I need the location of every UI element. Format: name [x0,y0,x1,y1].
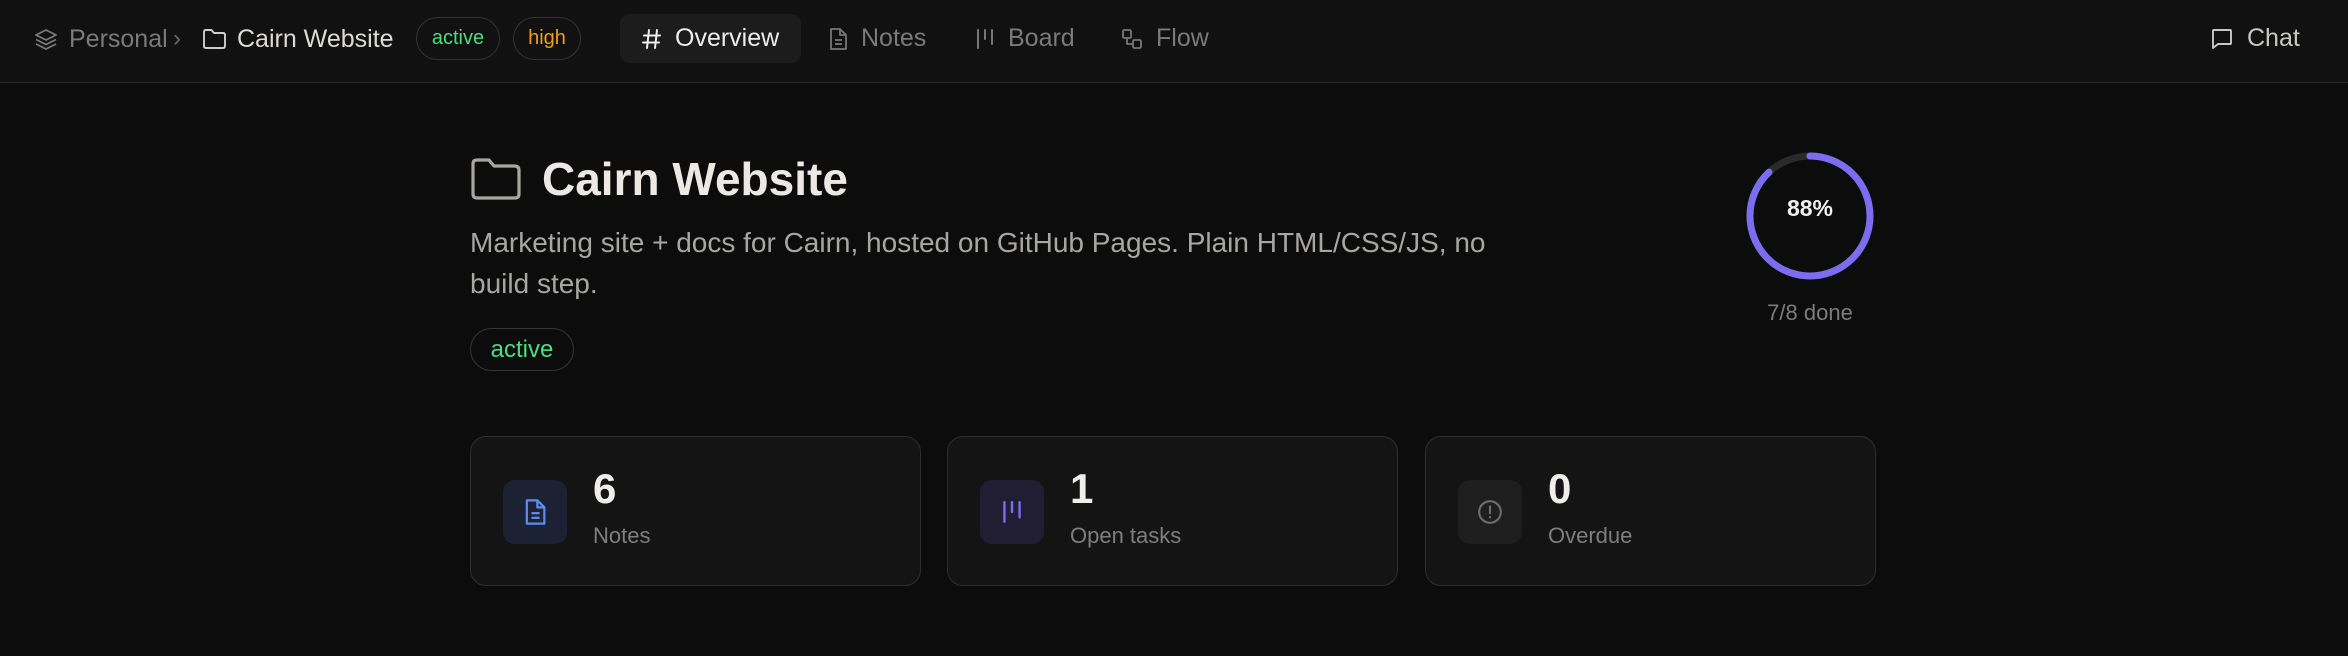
stat-value: 1 [1070,465,1094,512]
tab-flow-label: Flow [1156,24,1209,52]
breadcrumb-workspace-label: Personal [69,24,168,53]
breadcrumb-project[interactable]: Cairn Website [202,0,394,78]
board-icon [977,28,993,49]
top-bar: Personal › Cairn Website active high Ove… [0,0,2348,83]
stat-label: Open tasks [1070,523,1182,548]
status-badge: active [416,17,500,60]
stat-value: 0 [1548,465,1572,512]
chat-label: Chat [2247,24,2300,52]
breadcrumb-project-label: Cairn Website [237,24,394,53]
tab-overview-label: Overview [675,24,780,52]
stat-label: Overdue [1548,523,1633,548]
project-description: Marketing site + docs for Cairn, hosted … [470,227,1486,299]
breadcrumb-workspace[interactable]: Personal [34,0,168,78]
page-title: Cairn Website [542,153,848,205]
layers-icon [34,27,58,51]
chat-button[interactable]: Chat [2210,14,2310,63]
breadcrumb-separator: › [173,25,181,52]
progress-done-label: 7/8 done [1767,300,1853,325]
title-folder-icon [470,156,522,207]
stat-card-notes[interactable]: 6 Notes [470,436,921,586]
board-icon [980,480,1044,544]
stat-value: 6 [593,465,617,512]
tab-notes[interactable]: Notes [828,14,940,63]
tab-flow[interactable]: Flow [1121,14,1221,63]
stat-card-overdue[interactable]: 0 Overdue [1425,436,1876,586]
document-icon [830,27,847,50]
tab-board[interactable]: Board [975,14,1087,63]
stat-card-open-tasks[interactable]: 1 Open tasks [947,436,1398,586]
stat-label: Notes [593,523,651,548]
tab-overview[interactable]: Overview [620,14,801,63]
flow-icon [1122,28,1142,49]
project-status-badge: active [470,328,574,371]
folder-icon [202,28,227,50]
priority-badge: high [513,17,581,60]
tab-notes-label: Notes [861,24,927,52]
chat-icon [2212,28,2232,49]
alert-circle-icon [1458,480,1522,544]
document-icon [503,480,567,544]
hash-icon [642,28,661,49]
progress-percent: 88% [1786,195,1834,221]
tab-board-label: Board [1008,24,1075,52]
